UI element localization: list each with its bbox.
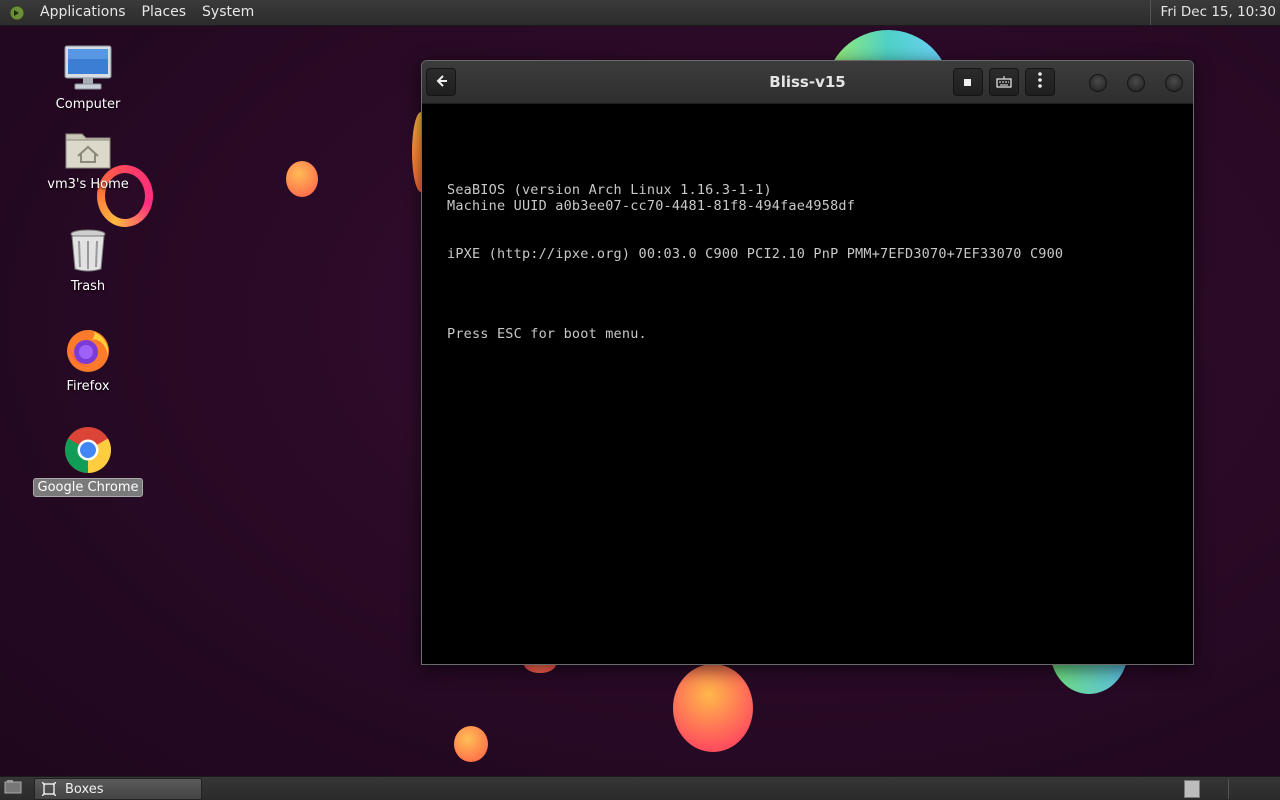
wallpaper-bubble bbox=[673, 664, 753, 752]
back-icon bbox=[434, 73, 448, 92]
bottom-panel: Boxes bbox=[0, 776, 1280, 800]
vm-display[interactable]: SeaBIOS (version Arch Linux 1.16.3-1-1) … bbox=[422, 104, 1193, 664]
show-desktop-button[interactable] bbox=[2, 779, 24, 799]
console-line: Press ESC for boot menu. bbox=[447, 326, 647, 342]
desktop-icon-trash[interactable]: Trash bbox=[28, 226, 148, 295]
stop-button[interactable] bbox=[953, 68, 983, 96]
mate-menu-icon[interactable] bbox=[8, 4, 26, 22]
panel-separator bbox=[1228, 779, 1229, 799]
console-line: iPXE (http://ipxe.org) 00:03.0 C900 PCI2… bbox=[447, 246, 1064, 262]
menu-places[interactable]: Places bbox=[134, 0, 195, 25]
console-line: SeaBIOS (version Arch Linux 1.16.3-1-1) bbox=[447, 182, 772, 198]
taskbar-item-boxes[interactable]: Boxes bbox=[34, 778, 202, 800]
console-line: Machine UUID a0b3ee07-cc70-4481-81f8-494… bbox=[447, 198, 856, 214]
trash-icon bbox=[62, 226, 114, 274]
keyboard-icon bbox=[996, 73, 1012, 92]
desktop-icon-home[interactable]: vm3's Home bbox=[28, 124, 148, 193]
desktop-icon-firefox[interactable]: Firefox bbox=[28, 326, 148, 395]
stop-icon bbox=[963, 73, 973, 92]
workspace-switcher[interactable] bbox=[1184, 780, 1200, 798]
close-button[interactable] bbox=[1165, 74, 1183, 92]
more-icon bbox=[1038, 72, 1042, 92]
more-options-button[interactable] bbox=[1025, 68, 1055, 96]
desktop-icon-chrome[interactable]: Google Chrome bbox=[28, 426, 148, 497]
desktop-icon-label: Firefox bbox=[66, 379, 110, 394]
menu-applications[interactable]: Applications bbox=[32, 0, 134, 25]
wallpaper-bubble bbox=[454, 726, 488, 762]
wallpaper-bubble bbox=[286, 161, 318, 197]
computer-icon bbox=[62, 44, 114, 92]
keyboard-button[interactable] bbox=[989, 68, 1019, 96]
show-desktop-icon bbox=[4, 779, 22, 799]
top-panel: Applications Places System Fri Dec 15, 1… bbox=[0, 0, 1280, 26]
firefox-icon bbox=[62, 326, 114, 374]
desktop-icon-label: Google Chrome bbox=[32, 478, 144, 497]
minimize-button[interactable] bbox=[1089, 74, 1107, 92]
desktop-icon-computer[interactable]: Computer bbox=[28, 44, 148, 113]
maximize-button[interactable] bbox=[1127, 74, 1145, 92]
window-title: Bliss-v15 bbox=[769, 73, 846, 91]
boxes-window[interactable]: Bliss-v15 SeaBIOS (version Arch Linux 1.… bbox=[421, 60, 1194, 665]
desktop-icon-label: Computer bbox=[55, 97, 121, 112]
desktop-icon-label: vm3's Home bbox=[47, 177, 129, 192]
taskbar-item-label: Boxes bbox=[65, 781, 104, 797]
window-titlebar[interactable]: Bliss-v15 bbox=[422, 61, 1193, 104]
menu-system[interactable]: System bbox=[194, 0, 262, 25]
clock[interactable]: Fri Dec 15, 10:30 bbox=[1149, 0, 1276, 25]
back-button[interactable] bbox=[426, 68, 456, 96]
chrome-icon bbox=[62, 426, 114, 474]
desktop-icon-label: Trash bbox=[70, 279, 106, 294]
home-folder-icon bbox=[62, 124, 114, 172]
boxes-icon bbox=[41, 781, 57, 797]
